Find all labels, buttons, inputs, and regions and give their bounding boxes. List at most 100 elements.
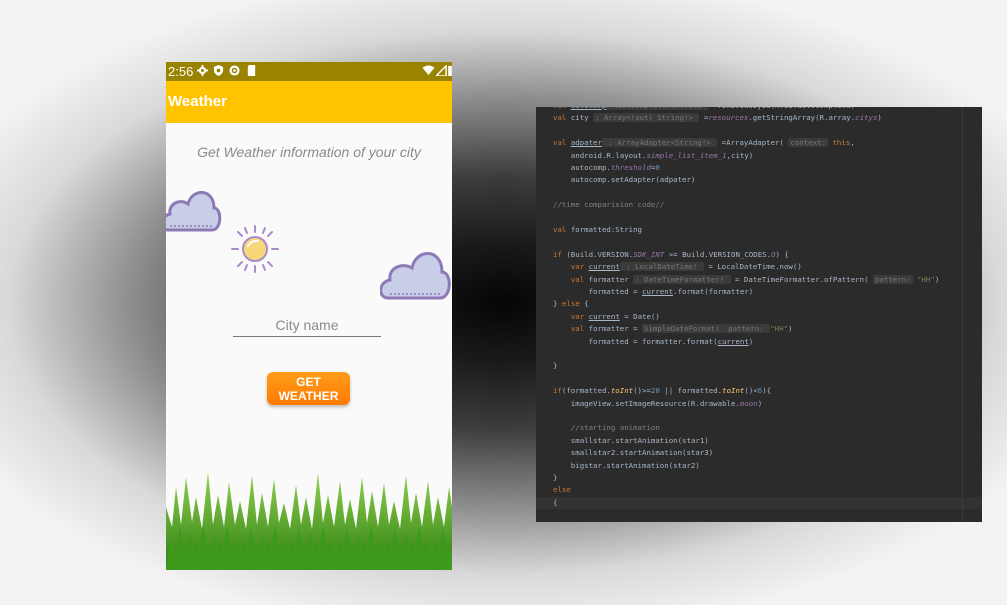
code-line-text: //time comparision code//: [553, 199, 664, 211]
code-token: adpater: [570, 138, 602, 148]
code-line-text: }: [553, 472, 557, 484]
code-token: {: [553, 497, 558, 507]
shield-icon: [213, 65, 224, 76]
code-token: (Build.VERSION.: [561, 249, 634, 259]
code-token: = LocalDateTime.now(): [703, 262, 802, 272]
code-token: AutoCompleteTextView: [606, 107, 709, 110]
code-line-text: val formatter = SimpleDateFormat( patter…: [553, 323, 792, 335]
app-title: Weather: [168, 93, 227, 110]
code-token: "HH": [770, 324, 788, 334]
code-line-text: autocomp.threshold=0: [553, 162, 660, 174]
code-token: simple_list_item_1: [646, 150, 727, 160]
code-token: moon: [739, 398, 758, 408]
app-bar: Weather: [166, 81, 452, 123]
code-line: formatted = current.format(formatter): [536, 286, 982, 298]
code-token: toInt: [722, 386, 745, 396]
code-line: if (Build.VERSION.SDK_INT >= Build.VERSI…: [536, 249, 982, 261]
code-line: else: [536, 484, 982, 496]
code-token: android.R.layout.: [553, 150, 647, 160]
code-token: 20: [650, 386, 660, 396]
code-token: current: [717, 336, 749, 346]
code-line: val formatter = SimpleDateFormat( patter…: [536, 323, 982, 335]
code-token: toInt: [610, 386, 634, 396]
code-token: SimpleDateFormat(: [642, 324, 722, 334]
code-token: formatted = formatter.format(: [553, 336, 718, 346]
code-line-text: val autocomp AutoCompleteTextView =findV…: [553, 107, 855, 112]
code-token: SDK_INT: [633, 249, 665, 259]
code-line: val autocomp AutoCompleteTextView =findV…: [536, 107, 982, 112]
status-time: 2:56: [168, 64, 194, 79]
code-token: val: [570, 274, 585, 284]
code-token: //starting animation: [553, 423, 660, 433]
code-line: }: [536, 360, 982, 372]
code-token: var: [570, 262, 585, 272]
code-token: imageView.setImageResource(R.drawable.: [553, 398, 740, 408]
code-token: formatter =: [584, 324, 643, 334]
code-token: autocomp.setAdapter(adpater): [553, 175, 696, 185]
code-line: val city : Array<(out) String!> =resourc…: [536, 112, 982, 124]
code-token: citys: [855, 113, 878, 123]
code-token: }: [553, 361, 558, 371]
code-token: current: [642, 287, 674, 296]
code-token: =ArrayAdapter(: [717, 138, 789, 148]
code-line: //time comparision code//: [536, 199, 982, 211]
code-token: : ArrayAdapter<String!>: [601, 138, 718, 148]
code-line: autocomp.threshold=0: [536, 162, 982, 174]
city-name-input[interactable]: [233, 314, 381, 337]
code-line-text: bigstar.startAnimation(star2): [553, 460, 700, 472]
code-line: } else {: [536, 298, 982, 310]
code-line: smallstar2.startAnimation(star3): [536, 447, 982, 459]
code-token: (formatted.: [561, 386, 611, 396]
cloud-icon: [380, 252, 451, 300]
code-line: if(formatted.toInt()>=20 || formatted.to…: [536, 385, 982, 397]
code-line-text: formatted = formatter.format(current): [553, 336, 754, 348]
code-token: ): [934, 274, 940, 284]
code-line-text: }: [553, 360, 557, 372]
code-line: imageView.setImageResource(R.drawable.mo…: [536, 398, 982, 410]
code-token: current: [588, 262, 620, 272]
code-line: {: [536, 497, 982, 509]
code-token: if: [553, 386, 562, 396]
code-token: : Array<(out) String!>: [593, 113, 700, 123]
code-line: var current = Date(): [536, 311, 982, 323]
code-token: {: [579, 299, 589, 309]
code-line-text: //starting animation: [553, 422, 660, 434]
code-token: var: [570, 311, 585, 321]
get-weather-button[interactable]: GET WEATHER: [267, 372, 350, 405]
code-token: city: [570, 113, 594, 123]
code-token: context:: [788, 138, 829, 148]
code-line-text: if (Build.VERSION.SDK_INT >= Build.VERSI…: [553, 249, 789, 261]
code-token: formatted =: [553, 287, 642, 296]
code-token: .format(formatter): [673, 287, 754, 296]
code-line-text: else: [553, 484, 571, 496]
code-token: else: [553, 485, 571, 495]
code-token: ,city): [726, 150, 754, 160]
code-token: }: [553, 299, 562, 309]
code-editor-panel[interactable]: val autocomp AutoCompleteTextView =findV…: [536, 107, 982, 522]
code-token: pattern:: [721, 324, 771, 334]
code-token: val: [553, 107, 571, 110]
code-token: val: [553, 113, 571, 123]
code-token: if: [553, 249, 562, 259]
code-token: smallstar.startAnimation(star1): [553, 435, 709, 445]
code-token: = DateTimeFormatter.ofPattern(: [730, 274, 873, 284]
code-line-text: formatted = current.format(formatter): [553, 286, 754, 298]
code-token: val: [570, 324, 585, 334]
code-line: android.R.layout.simple_list_item_1,city…: [536, 150, 982, 162]
code-token: || formatted.: [659, 386, 723, 396]
sd-card-icon: [247, 65, 256, 76]
code-token: ): [757, 398, 763, 408]
code-line: var current : LocalDateTime! = LocalDate…: [536, 261, 982, 273]
grass-illustration: [166, 472, 452, 570]
wifi-icon: [422, 65, 435, 76]
